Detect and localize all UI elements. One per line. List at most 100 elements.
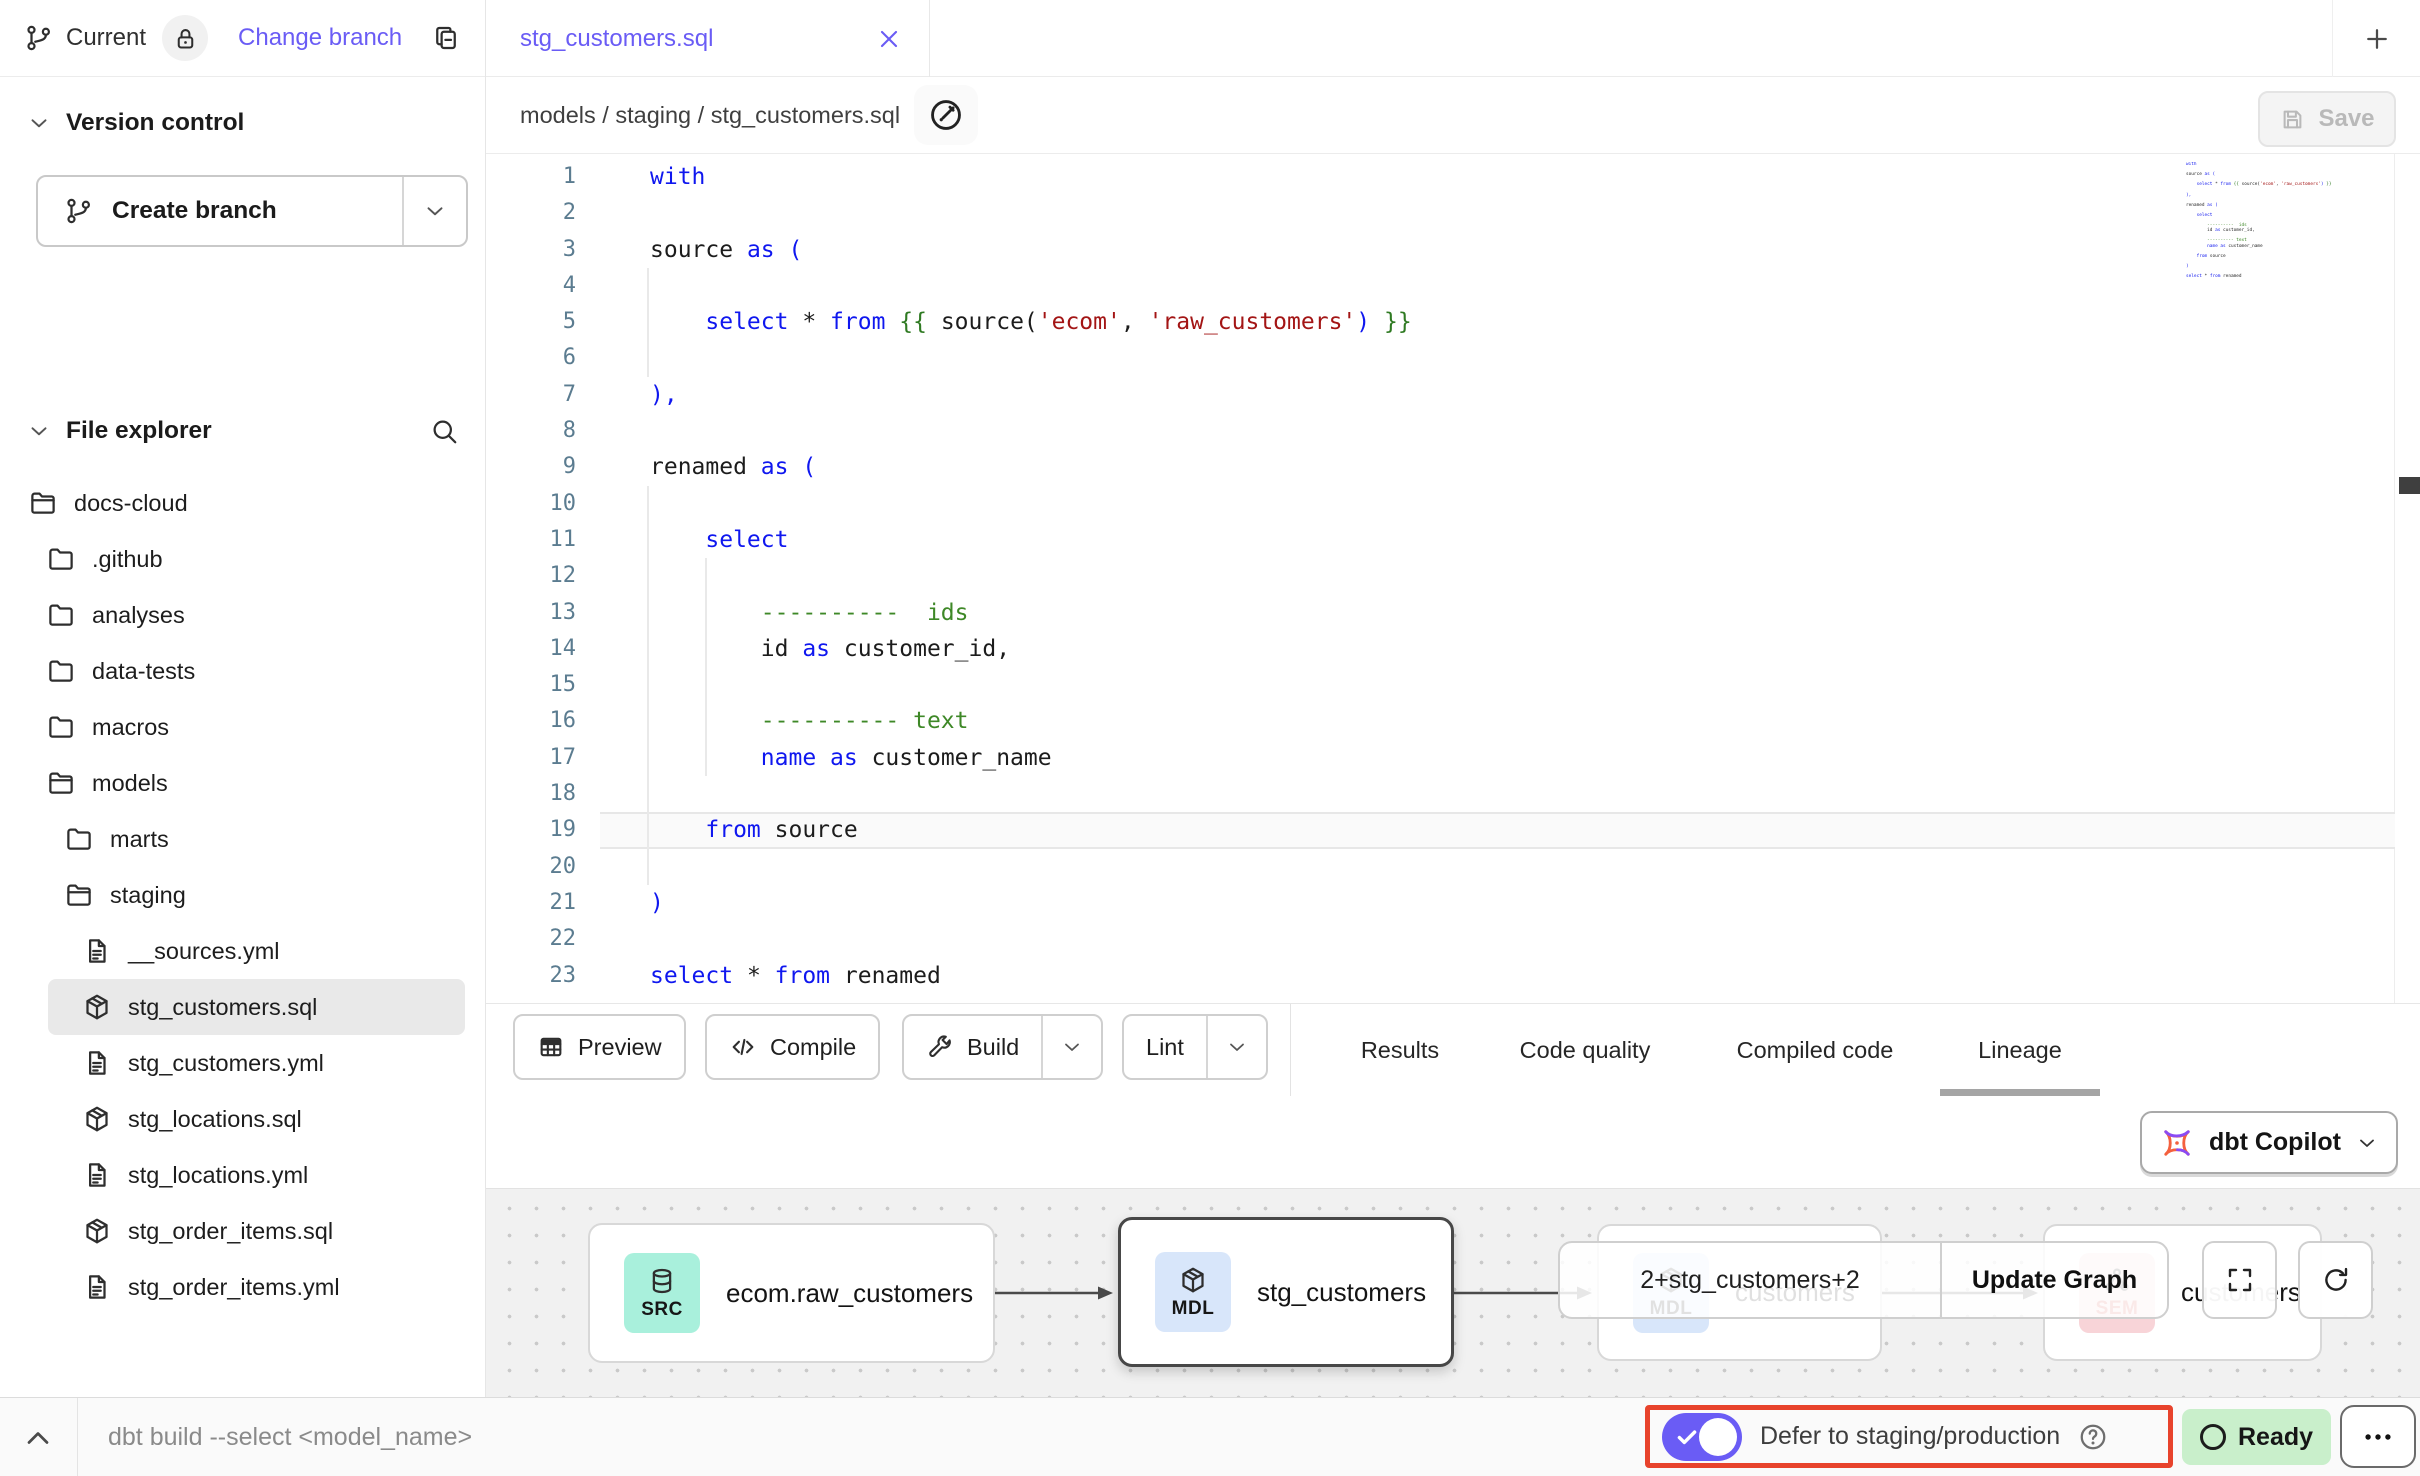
code-line-16[interactable]: ---------- text bbox=[600, 703, 2395, 739]
tree-item-marts[interactable]: marts bbox=[0, 811, 485, 867]
file-icon bbox=[82, 1048, 112, 1078]
code-line-15[interactable] bbox=[600, 667, 2395, 703]
code-line-19[interactable]: from source bbox=[600, 812, 2395, 848]
tree-item-data-tests[interactable]: data-tests bbox=[0, 643, 485, 699]
lint-dropdown[interactable] bbox=[1206, 1016, 1266, 1078]
code-editor[interactable]: 1234567891011121314151617181920212223 wi… bbox=[486, 154, 2420, 1003]
lineage-selector-input[interactable]: 2+stg_customers+2 bbox=[1560, 1243, 1940, 1317]
tree-item-.github[interactable]: .github bbox=[0, 531, 485, 587]
code-line-12[interactable] bbox=[600, 558, 2395, 594]
folder-open-icon bbox=[46, 768, 76, 798]
tree-item-stg_customers.yml[interactable]: stg_customers.yml bbox=[0, 1035, 485, 1091]
tree-item-stg_order_items.yml[interactable]: stg_order_items.yml bbox=[0, 1259, 485, 1315]
code-line-9[interactable]: renamed as ( bbox=[600, 449, 2395, 485]
wrench-icon bbox=[926, 1033, 954, 1061]
minimap-line-23: select * from renamed bbox=[2180, 274, 2392, 279]
tree-item-stg_locations.yml[interactable]: stg_locations.yml bbox=[0, 1147, 485, 1203]
tree-item-docs-cloud[interactable]: docs-cloud bbox=[0, 475, 485, 531]
file-explorer-header[interactable]: File explorer bbox=[0, 405, 485, 457]
editor-minimap[interactable]: withsource as ( select * from {{ source(… bbox=[2180, 162, 2392, 279]
code-line-4[interactable] bbox=[600, 268, 2395, 304]
close-icon[interactable] bbox=[875, 25, 903, 53]
code-line-11[interactable]: select bbox=[600, 522, 2395, 558]
tree-item-stg_locations.sql[interactable]: stg_locations.sql bbox=[0, 1091, 485, 1147]
command-input[interactable]: dbt build --select <model_name> bbox=[108, 1398, 472, 1476]
tab-lineage[interactable]: Lineage bbox=[1978, 1004, 2062, 1097]
tab-results[interactable]: Results bbox=[1361, 1004, 1439, 1097]
folder-open-icon bbox=[28, 488, 58, 518]
preview-button[interactable]: Preview bbox=[513, 1014, 686, 1080]
tree-item-analyses[interactable]: analyses bbox=[0, 587, 485, 643]
tab-code-quality[interactable]: Code quality bbox=[1520, 1004, 1651, 1097]
statusbar-divider bbox=[77, 1398, 78, 1476]
dbt-cloud-ide: Current Change branch Version control Cr… bbox=[0, 0, 2420, 1476]
chevron-down-icon bbox=[422, 198, 448, 224]
tree-item-macros[interactable]: macros bbox=[0, 699, 485, 755]
code-line-7[interactable]: ), bbox=[600, 377, 2395, 413]
defer-annotation-box: Defer to staging/production bbox=[1645, 1405, 2173, 1468]
code-line-5[interactable]: select * from {{ source('ecom', 'raw_cus… bbox=[600, 304, 2395, 340]
collapse-panel-chevron-up-icon[interactable] bbox=[20, 1420, 56, 1456]
badge-label: SRC bbox=[641, 1299, 683, 1321]
fullscreen-button[interactable] bbox=[2202, 1241, 2277, 1319]
code-line-14[interactable]: id as customer_id, bbox=[600, 631, 2395, 667]
tree-item-label: .github bbox=[92, 546, 163, 573]
code-line-2[interactable] bbox=[600, 195, 2395, 231]
tree-item-stg_customers.sql[interactable]: stg_customers.sql bbox=[48, 979, 465, 1035]
version-control-header[interactable]: Version control bbox=[0, 97, 485, 149]
tree-item-label: stg_order_items.yml bbox=[128, 1274, 340, 1301]
change-branch-link[interactable]: Change branch bbox=[238, 24, 402, 52]
tree-item-stg_order_items.sql[interactable]: stg_order_items.sql bbox=[0, 1203, 485, 1259]
update-graph-button[interactable]: Update Graph bbox=[1940, 1243, 2167, 1317]
editor-scrollbar-thumb[interactable] bbox=[2399, 477, 2420, 494]
defer-toggle[interactable] bbox=[1662, 1413, 1742, 1461]
code-line-13[interactable]: ---------- ids bbox=[600, 595, 2395, 631]
code-icon bbox=[729, 1033, 757, 1061]
refresh-button[interactable] bbox=[2298, 1241, 2373, 1319]
plus-icon bbox=[2362, 24, 2392, 54]
search-icon[interactable] bbox=[429, 416, 459, 446]
code-line-6[interactable] bbox=[600, 340, 2395, 376]
copilot-chip-button[interactable] bbox=[914, 85, 978, 145]
folder-open-icon bbox=[64, 880, 94, 910]
code-line-10[interactable] bbox=[600, 486, 2395, 522]
tab-stg-customers-sql[interactable]: stg_customers.sql bbox=[486, 0, 930, 77]
lineage-canvas[interactable]: SRCecom.raw_customersMDLstg_customersMDL… bbox=[486, 1188, 2420, 1397]
create-branch-main[interactable]: Create branch bbox=[38, 177, 402, 245]
node-label: ecom.raw_customers bbox=[726, 1278, 973, 1309]
help-icon[interactable] bbox=[2078, 1422, 2108, 1452]
tree-item-__sources.yml[interactable]: __sources.yml bbox=[0, 923, 485, 979]
tree-item-staging[interactable]: staging bbox=[0, 867, 485, 923]
defer-label: Defer to staging/production bbox=[1760, 1422, 2060, 1451]
copy-icon[interactable] bbox=[431, 23, 461, 53]
code-line-21[interactable]: ) bbox=[600, 885, 2395, 921]
ellipsis-icon bbox=[2361, 1420, 2395, 1454]
code-line-8[interactable] bbox=[600, 413, 2395, 449]
code-line-20[interactable] bbox=[600, 849, 2395, 885]
code-line-23[interactable]: select * from renamed bbox=[600, 958, 2395, 994]
build-dropdown[interactable] bbox=[1041, 1016, 1101, 1078]
code-line-18[interactable] bbox=[600, 776, 2395, 812]
more-options-button[interactable] bbox=[2340, 1405, 2416, 1468]
code-line-3[interactable]: source as ( bbox=[600, 232, 2395, 268]
copilot-gauge-icon bbox=[927, 96, 965, 134]
tab-compiled-code[interactable]: Compiled code bbox=[1737, 1004, 1894, 1097]
dbt-copilot-button[interactable]: dbt Copilot bbox=[2140, 1111, 2398, 1174]
create-branch-button: Create branch bbox=[36, 175, 468, 247]
save-button[interactable]: Save bbox=[2258, 91, 2396, 147]
new-tab-button[interactable] bbox=[2332, 0, 2420, 77]
build-label: Build bbox=[967, 1034, 1019, 1061]
tree-item-models[interactable]: models bbox=[0, 755, 485, 811]
compile-button[interactable]: Compile bbox=[705, 1014, 880, 1080]
lineage-node-stg_customers[interactable]: MDLstg_customers bbox=[1118, 1217, 1454, 1367]
code-line-17[interactable]: name as customer_name bbox=[600, 740, 2395, 776]
code-line-1[interactable]: with bbox=[600, 159, 2395, 195]
code-line-22[interactable] bbox=[600, 921, 2395, 957]
editor-code[interactable]: with source as ( select * from {{ source(… bbox=[600, 154, 2395, 994]
build-main[interactable]: Build bbox=[904, 1016, 1041, 1078]
sidebar: Current Change branch Version control Cr… bbox=[0, 0, 486, 1397]
lint-main[interactable]: Lint bbox=[1124, 1016, 1206, 1078]
lineage-node-ecom.raw_customers[interactable]: SRC ecom.raw_customers bbox=[588, 1223, 995, 1363]
create-branch-dropdown[interactable] bbox=[402, 177, 466, 245]
build-button: Build bbox=[902, 1014, 1103, 1080]
